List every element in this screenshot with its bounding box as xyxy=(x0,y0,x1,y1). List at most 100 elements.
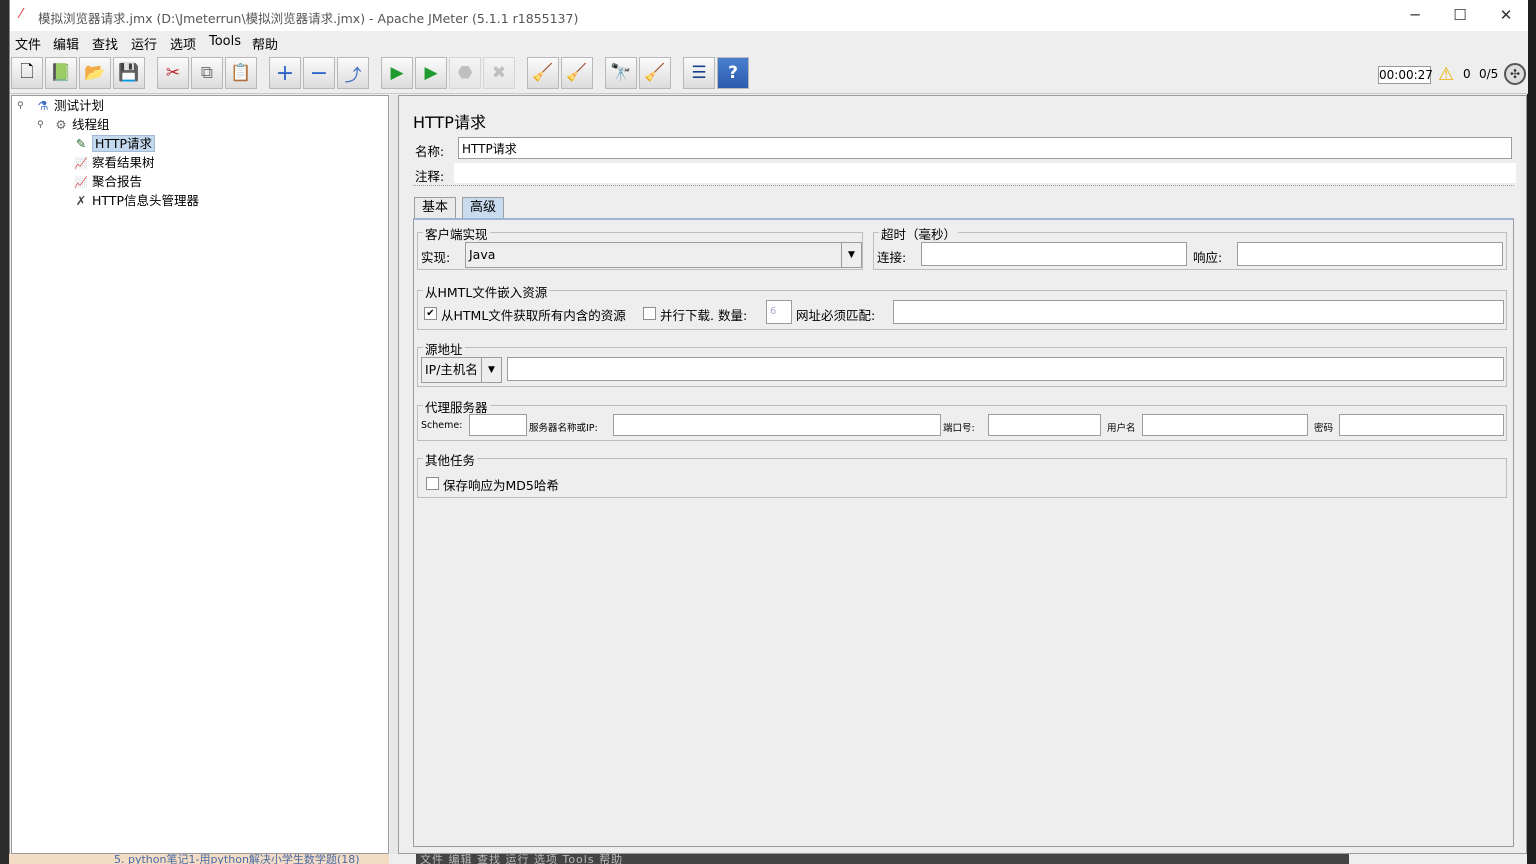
page-title: HTTP请求 xyxy=(413,113,486,132)
paste-icon: 📋 xyxy=(230,63,252,83)
paste-button[interactable]: 📋 xyxy=(225,57,257,89)
start-button[interactable]: ▶ xyxy=(381,57,413,89)
save-button[interactable]: 💾 xyxy=(113,57,145,89)
view-results-icon: 📈 xyxy=(74,157,88,170)
tree-node-http-request[interactable]: ✎ HTTP请求 xyxy=(72,135,155,153)
start-no-pause-icon: ▶ xyxy=(424,63,438,83)
menu-help[interactable]: 帮助 xyxy=(252,34,278,53)
menu-edit[interactable]: 编辑 xyxy=(53,34,79,53)
copy-button[interactable]: ⧉ xyxy=(191,57,223,89)
tree-node-header-manager[interactable]: ✗ HTTP信息头管理器 xyxy=(72,192,199,210)
clear-all-button[interactable]: 🧹 xyxy=(561,57,593,89)
pane-splitter[interactable] xyxy=(390,95,398,854)
menu-run[interactable]: 运行 xyxy=(131,34,157,53)
proxy-password-input[interactable] xyxy=(1339,414,1504,436)
connect-timeout-input[interactable] xyxy=(921,242,1187,266)
chevron-down-icon: ▼ xyxy=(841,243,861,267)
minimize-button[interactable]: ─ xyxy=(1392,0,1438,31)
response-timeout-input[interactable] xyxy=(1237,242,1503,266)
start-no-pauses-button[interactable]: ▶ xyxy=(415,57,447,89)
menu-bar: 文件 编辑 查找 运行 选项 Tools 帮助 xyxy=(10,31,1528,53)
proxy-scheme-label: Scheme: xyxy=(421,420,463,431)
name-input[interactable] xyxy=(458,137,1512,159)
function-helper-button[interactable]: ☰ xyxy=(683,57,715,89)
source-type-value: IP/主机名 xyxy=(425,362,478,377)
url-match-input[interactable] xyxy=(893,300,1504,324)
retrieve-resources-label: 从HTML文件获取所有内含的资源 xyxy=(441,308,626,323)
collapse-divider[interactable] xyxy=(413,185,1514,188)
clear-icon: 🧹 xyxy=(532,63,554,83)
tree-node-aggregate-report[interactable]: 📈 聚合报告 xyxy=(72,173,142,191)
menu-options[interactable]: 选项 xyxy=(170,34,196,53)
templates-button[interactable]: 📗 xyxy=(45,57,77,89)
header-manager-icon: ✗ xyxy=(75,193,87,208)
tab-basic[interactable]: 基本 xyxy=(414,197,457,219)
expand-handle-icon[interactable]: ⚲ xyxy=(37,120,44,130)
comment-input[interactable] xyxy=(454,163,1516,183)
client-implementation-group: 客户端实现 实现: Java ▼ xyxy=(417,224,863,270)
menu-search[interactable]: 查找 xyxy=(92,34,118,53)
search-button[interactable]: 🔭 xyxy=(605,57,637,89)
collapse-icon: − xyxy=(309,60,329,86)
collapse-button[interactable]: − xyxy=(303,57,335,89)
jmeter-window: ⁄ 模拟浏览器请求.jmx (D:\Jmeterrun\模拟浏览器请求.jmx)… xyxy=(9,0,1529,864)
embedded-resources-title: 从HMTL文件嵌入资源 xyxy=(423,282,550,301)
warning-icon[interactable]: ⚠ xyxy=(1438,64,1454,85)
clear-all-icon: 🧹 xyxy=(566,63,588,83)
background-menu-text: 文件 编辑 查找 运行 选项 Tools 帮助 xyxy=(420,854,624,864)
shutdown-button[interactable]: ✖ xyxy=(483,57,515,89)
menu-file[interactable]: 文件 xyxy=(15,34,41,53)
tab-advanced[interactable]: 高级 xyxy=(462,197,505,219)
proxy-username-input[interactable] xyxy=(1142,414,1308,436)
new-button[interactable]: 🗋 xyxy=(11,57,43,89)
proxy-port-input[interactable] xyxy=(988,414,1101,436)
other-tasks-group: 其他任务 保存响应为MD5哈希 xyxy=(417,450,1507,498)
proxy-server-group: 代理服务器 Scheme: 服务器名称或IP: 端口号: 用户名 密码 xyxy=(417,397,1507,441)
implementation-select[interactable]: Java ▼ xyxy=(465,242,862,268)
parallel-downloads-label: 并行下载. 数量: xyxy=(660,308,748,323)
window-title: 模拟浏览器请求.jmx (D:\Jmeterrun\模拟浏览器请求.jmx) -… xyxy=(38,11,579,26)
new-icon: 🗋 xyxy=(20,61,34,82)
source-address-input[interactable] xyxy=(507,357,1504,381)
binoculars-icon: 🔭 xyxy=(610,63,632,83)
menu-tools[interactable]: Tools xyxy=(209,34,241,49)
md5-hash-checkbox[interactable] xyxy=(426,477,439,490)
parallel-count-input[interactable]: 6 xyxy=(766,300,792,324)
cut-button[interactable]: ✂ xyxy=(157,57,189,89)
tree-node-test-plan[interactable]: ⚗ 测试计划 xyxy=(34,97,104,115)
timeouts-group: 超时（毫秒） 连接: 响应: xyxy=(873,224,1507,270)
http-sampler-icon: ✎ xyxy=(75,136,87,151)
shutdown-icon: ✖ xyxy=(491,63,507,83)
toggle-button[interactable]: ⤴ xyxy=(337,57,369,89)
reset-search-button[interactable]: 🧹 xyxy=(639,57,671,89)
expand-button[interactable]: + xyxy=(269,57,301,89)
thread-group-icon: ⚙ xyxy=(55,117,67,132)
proxy-scheme-input[interactable] xyxy=(469,414,527,436)
client-implementation-title: 客户端实现 xyxy=(423,224,490,243)
remote-engines-icon: ✣ xyxy=(1504,63,1526,85)
tree-node-view-results-tree[interactable]: 📈 察看结果树 xyxy=(72,154,154,172)
parallel-downloads-checkbox[interactable] xyxy=(643,307,656,320)
chevron-down-icon: ▼ xyxy=(481,358,501,382)
proxy-host-input[interactable] xyxy=(613,414,941,436)
source-type-select[interactable]: IP/主机名 ▼ xyxy=(421,357,502,383)
list-icon: ☰ xyxy=(691,63,707,83)
clear-button[interactable]: 🧹 xyxy=(527,57,559,89)
open-button[interactable]: 📂 xyxy=(79,57,111,89)
name-label: 名称: xyxy=(415,144,445,159)
background-window-edge xyxy=(0,0,9,864)
close-button[interactable]: ✕ xyxy=(1483,0,1529,31)
stop-button[interactable]: ⬣ xyxy=(449,57,481,89)
proxy-port-label: 端口号: xyxy=(943,423,975,434)
tree-node-thread-group[interactable]: ⚙ 线程组 xyxy=(52,116,109,134)
maximize-button[interactable]: ☐ xyxy=(1437,0,1483,31)
response-timeout-label: 响应: xyxy=(1193,250,1223,265)
retrieve-resources-checkbox[interactable]: ✔ xyxy=(424,307,437,320)
test-plan-icon: ⚗ xyxy=(37,98,49,113)
help-button[interactable]: ? xyxy=(717,57,749,89)
md5-hash-label: 保存响应为MD5哈希 xyxy=(443,478,559,493)
save-icon: 💾 xyxy=(118,63,140,83)
expand-icon: + xyxy=(275,60,295,86)
source-address-title: 源地址 xyxy=(423,339,465,358)
expand-handle-icon[interactable]: ⚲ xyxy=(17,101,24,111)
